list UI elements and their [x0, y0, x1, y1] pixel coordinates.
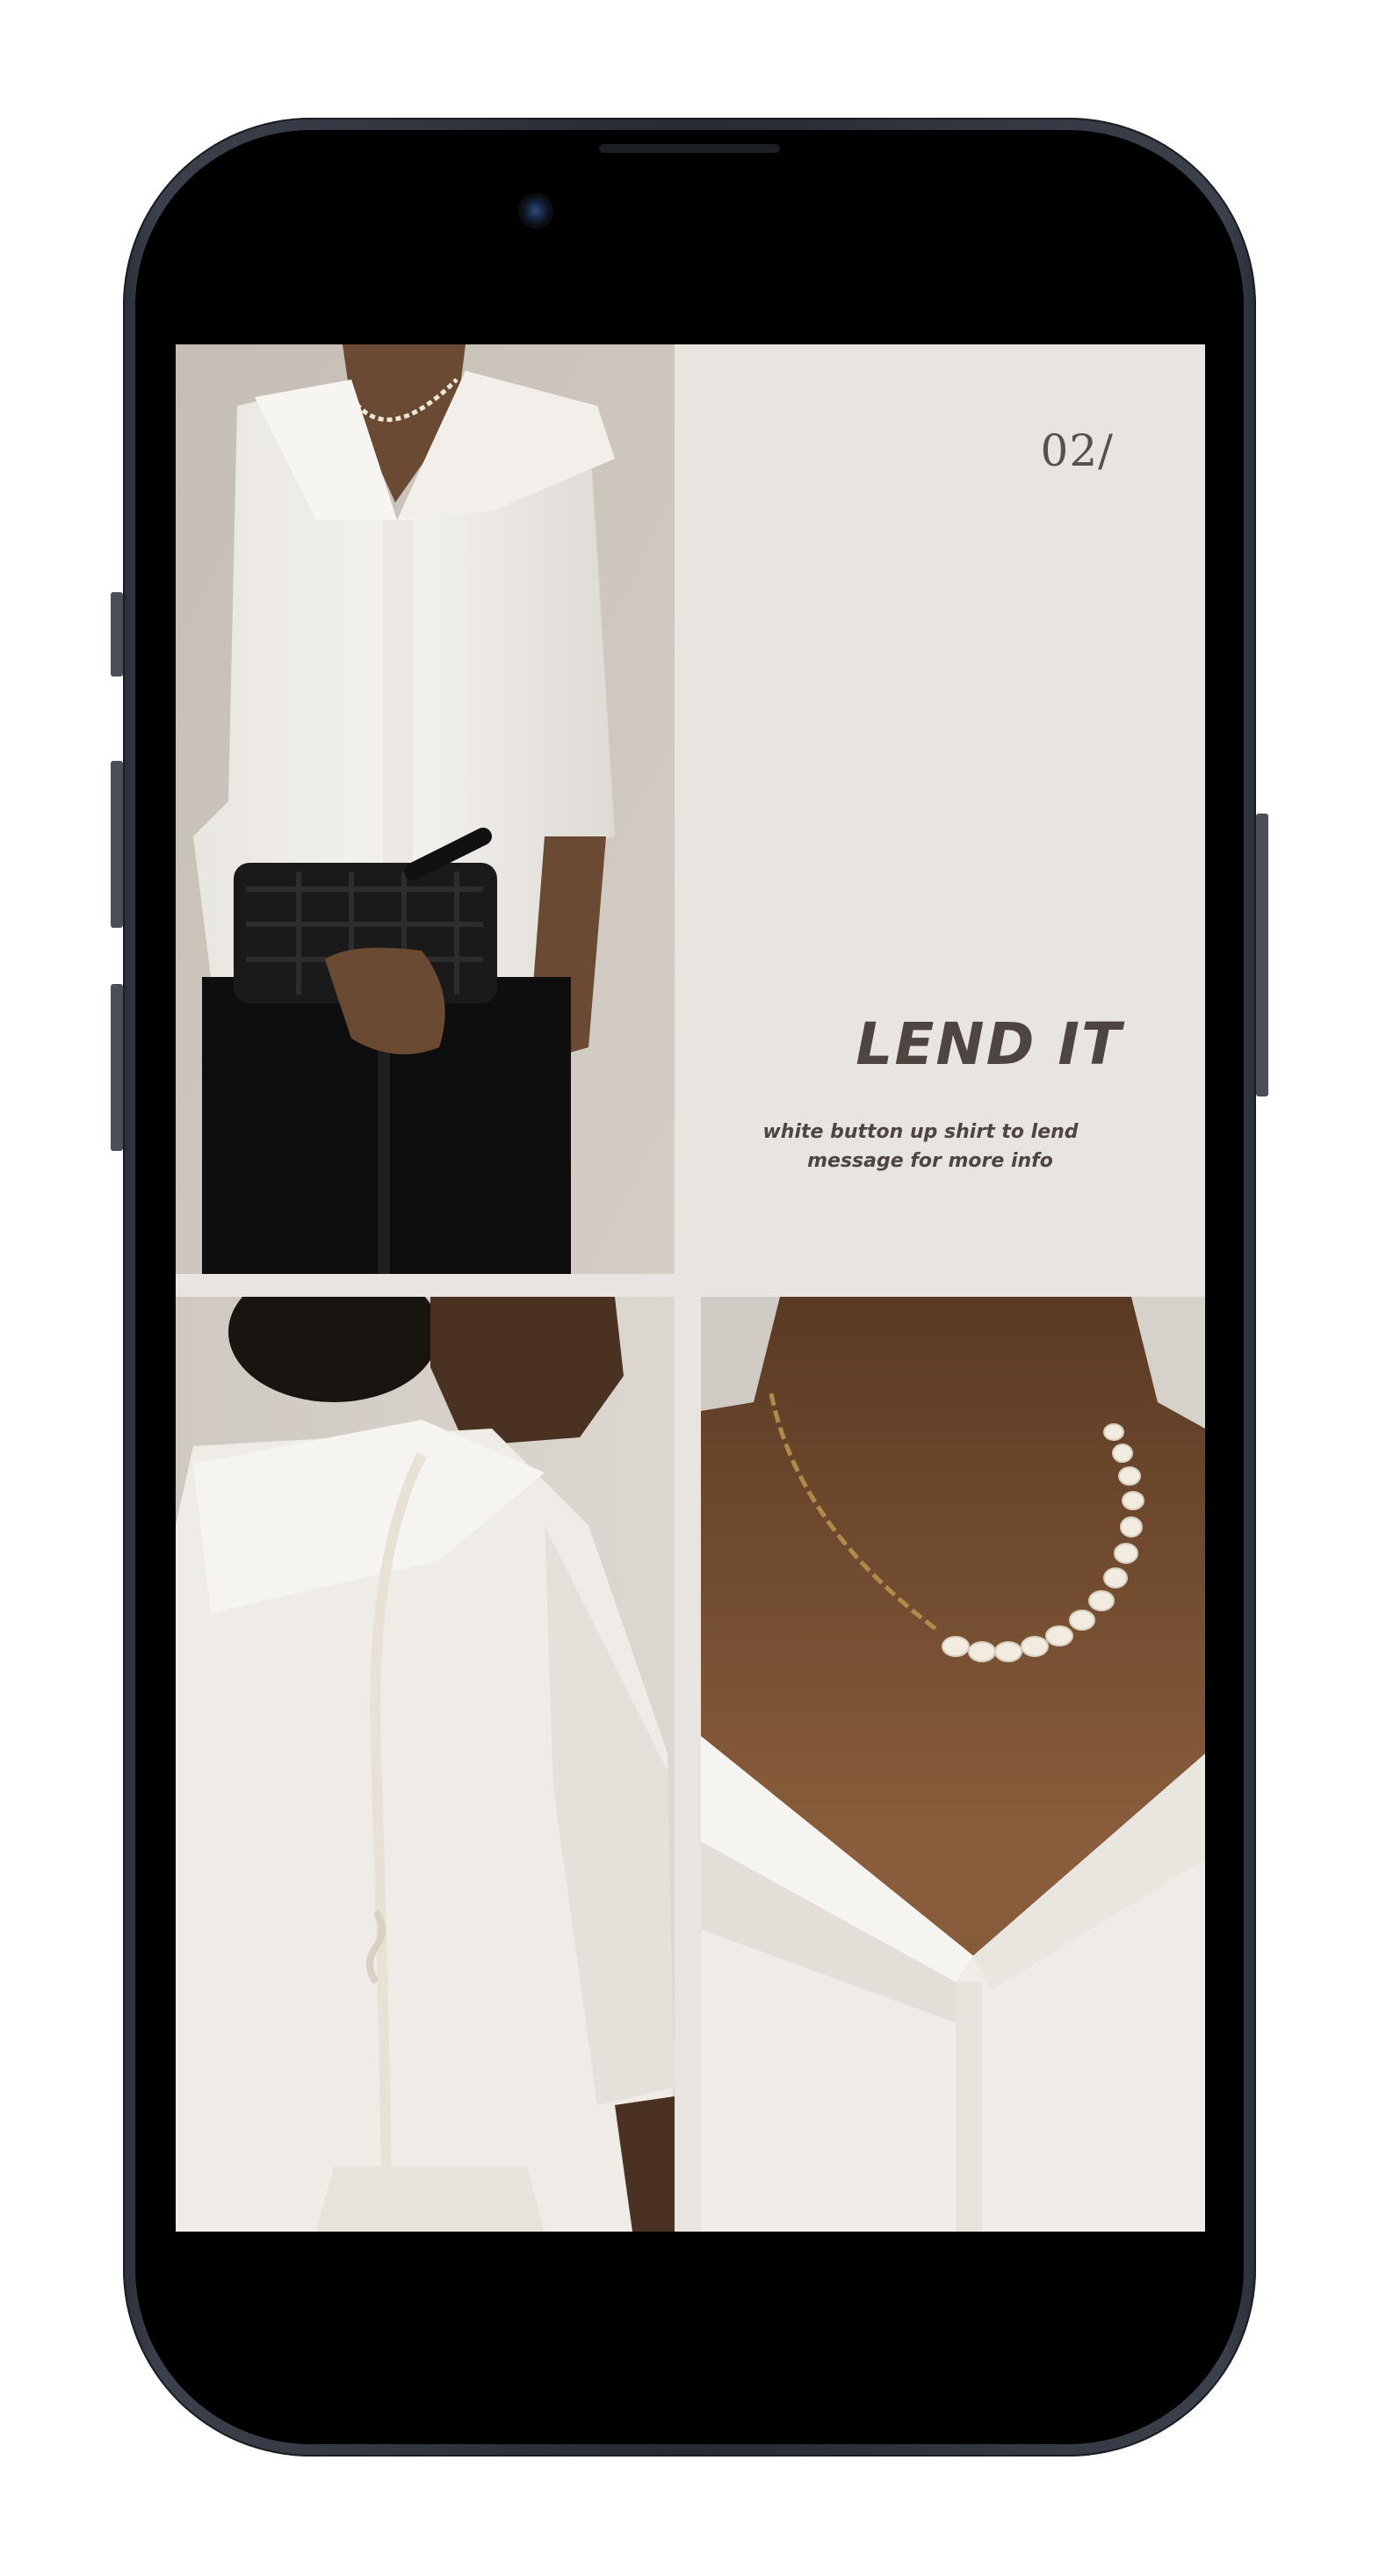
- photo-pearl-necklace: [701, 1297, 1205, 2232]
- caption-line-1: white button up shirt to lend: [762, 1121, 1079, 1143]
- photo-shirt-with-bag-illustration: [176, 344, 675, 1274]
- earpiece-speaker: [599, 144, 780, 153]
- volume-down-button: [111, 984, 123, 1151]
- mute-switch: [111, 592, 123, 677]
- photo-shirt-with-bag: [176, 344, 675, 1274]
- power-button: [1256, 814, 1268, 1096]
- photo-shirt-profile: [176, 1297, 675, 2232]
- caption-line-2: message for more info: [807, 1150, 1053, 1172]
- slide-text-panel: 02/ LEND IT white button up shirt to len…: [675, 344, 1205, 1297]
- story-content[interactable]: 02/ LEND IT white button up shirt to len…: [176, 344, 1205, 2232]
- slide-caption: white button up shirt to lend message fo…: [718, 1118, 1123, 1176]
- volume-up-button: [111, 761, 123, 928]
- photo-pearl-necklace-illustration: [701, 1297, 1205, 2232]
- slide-number: 02/: [1040, 425, 1114, 476]
- photo-shirt-profile-illustration: [176, 1297, 675, 2232]
- slide-headline: LEND IT: [856, 1010, 1123, 1078]
- front-camera-icon: [518, 193, 553, 228]
- stage: 02/ LEND IT white button up shirt to len…: [0, 0, 1379, 2576]
